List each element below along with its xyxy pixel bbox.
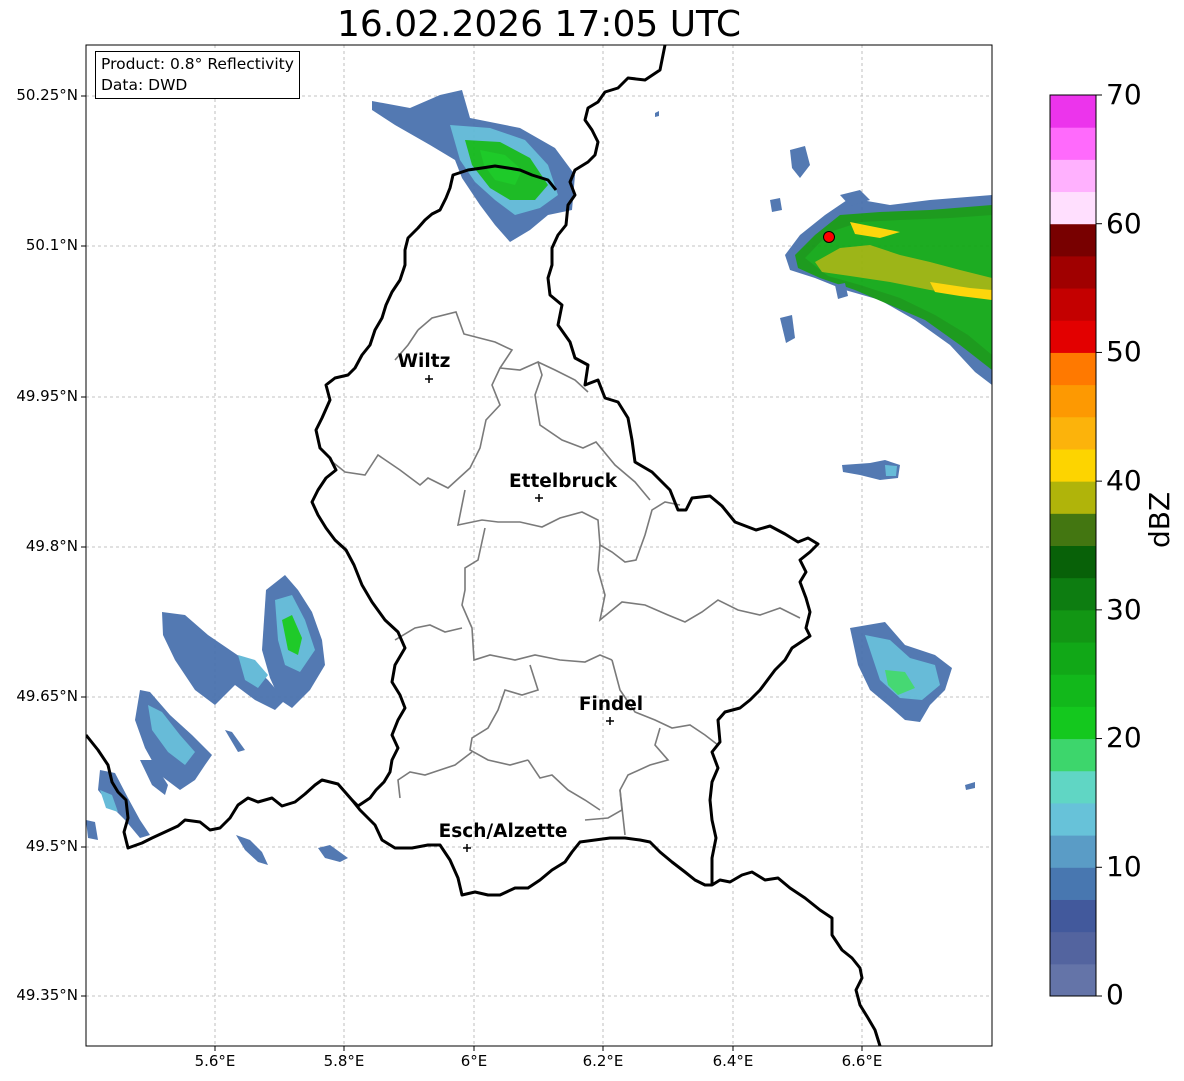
city-label-esch-alzette: Esch/Alzette [438,821,568,842]
lat-tick-label: 50.25°N [16,86,78,104]
colorbar-segment [1050,802,1096,836]
colorbar-tick-label: 0 [1106,978,1124,1011]
colorbar-segment [1050,931,1096,965]
colorbar-segment [1050,706,1096,740]
city-label-wiltz: Wiltz [397,351,451,372]
colorbar-segment [1050,577,1096,611]
radar-site-marker [823,231,835,243]
lat-tick-label: 49.95°N [16,387,78,405]
colorbar-tick-label: 10 [1106,850,1142,883]
colorbar-segment [1050,738,1096,772]
colorbar-tick-label: 50 [1106,335,1142,368]
city-marker-findel [606,717,614,725]
colorbar-segment [1050,674,1096,707]
city-label-ettelbruck: Ettelbruck [508,471,618,492]
product-label: Product: 0.8° Reflectivity [101,55,294,73]
lon-tick-label: 6°E [460,1052,488,1070]
colorbar-label: dBZ [1143,491,1176,548]
colorbar-segment [1050,255,1096,289]
lat-tick-label: 49.65°N [16,687,78,705]
lon-tick-label: 6.4°E [712,1052,754,1070]
city-marker-ettelbruck [535,494,543,502]
city-label-findel: Findel [578,694,644,715]
colorbar-segment [1050,223,1096,257]
colorbar-segment [1050,288,1096,321]
colorbar-segment [1050,384,1096,418]
colorbar-segment [1050,481,1096,514]
colorbar-tick-label: 40 [1106,464,1142,497]
colorbar-segment [1050,963,1096,997]
info-box: Product: 0.8° Reflectivity Data: DWD [95,51,300,99]
colorbar-segment [1050,770,1096,804]
colorbar-segment [1050,448,1096,482]
axis-ticks [81,95,863,1051]
colorbar-tick-label: 20 [1106,721,1142,754]
lat-tick-label: 49.8°N [25,537,78,555]
colorbar-tick-label: 30 [1106,593,1142,626]
colorbar-segment [1050,320,1096,353]
colorbar [1050,94,1102,997]
data-source-label: Data: DWD [101,76,188,94]
colorbar-segment [1050,545,1096,579]
colorbar-segment [1050,642,1096,675]
colorbar-segment [1050,159,1096,193]
lat-tick-label: 50.1°N [25,236,78,254]
lon-tick-label: 5.6°E [194,1052,236,1070]
city-marker-wiltz [425,375,433,383]
colorbar-tick-label: 60 [1106,207,1142,240]
lon-tick-label: 5.8°E [323,1052,365,1070]
radar-map [81,44,1102,1051]
district-boundaries [329,311,801,836]
colorbar-segment [1050,352,1096,386]
lat-tick-label: 49.5°N [25,837,78,855]
colorbar-segment [1050,867,1096,900]
colorbar-segment [1050,191,1096,225]
colorbar-segment [1050,95,1096,128]
colorbar-segment [1050,899,1096,933]
city-marker-esch [463,844,471,852]
colorbar-segment [1050,609,1096,643]
colorbar-segment [1050,416,1096,450]
lon-tick-label: 6.6°E [841,1052,883,1070]
map-title: 16.02.2026 17:05 UTC [336,4,742,45]
lon-tick-label: 6.2°E [582,1052,624,1070]
lat-tick-label: 49.35°N [16,986,78,1004]
colorbar-segment [1050,513,1096,546]
colorbar-segment [1050,835,1096,868]
colorbar-segment [1050,127,1096,160]
colorbar-tick-label: 70 [1106,78,1142,111]
